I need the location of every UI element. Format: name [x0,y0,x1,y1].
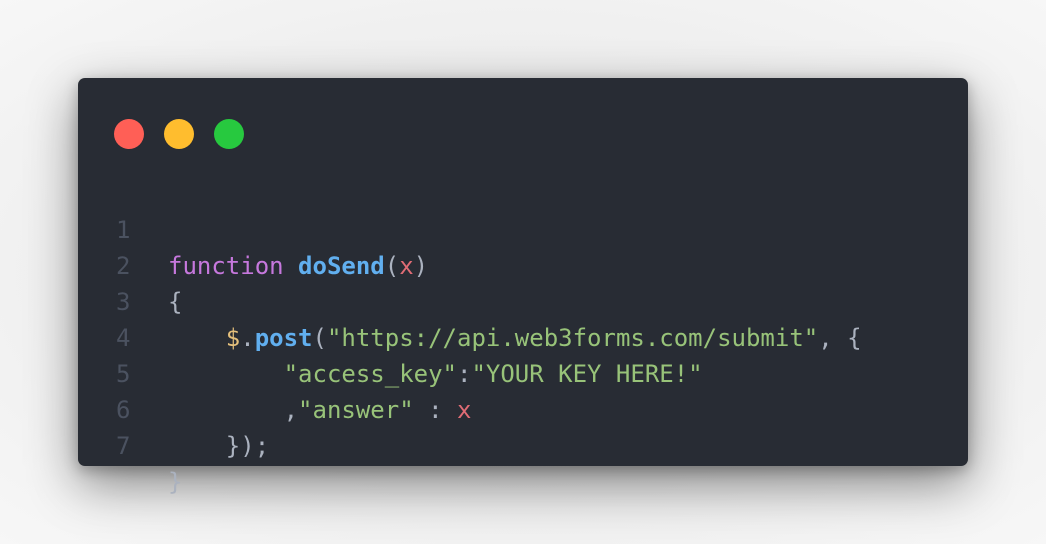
line-content: }); [168,428,269,464]
code-window: 1 function doSend(x) 2 { 3 $.post("https… [78,78,968,496]
line-content: } [168,464,182,500]
punctuation: } [168,468,183,496]
code-line: 4 "access_key":"YOUR KEY HERE!" [78,284,968,388]
code-line: 1 function doSend(x) [78,176,968,280]
code-line: 3 $.post("https://api.web3forms.com/subm… [78,248,968,352]
window-controls [114,119,244,149]
punctuation: }); [225,432,270,460]
minimize-button[interactable] [164,119,194,149]
code-line: 6 }); [78,356,968,460]
line-number: 7 [116,432,131,460]
code-line: 7 } [78,392,968,496]
close-button[interactable] [114,119,144,149]
code-line: 5 ,"answer" : x [78,320,968,424]
code-line: 2 { [78,212,968,316]
maximize-button[interactable] [214,119,244,149]
code-block: 1 function doSend(x) 2 { 3 $.post("https… [78,176,968,496]
